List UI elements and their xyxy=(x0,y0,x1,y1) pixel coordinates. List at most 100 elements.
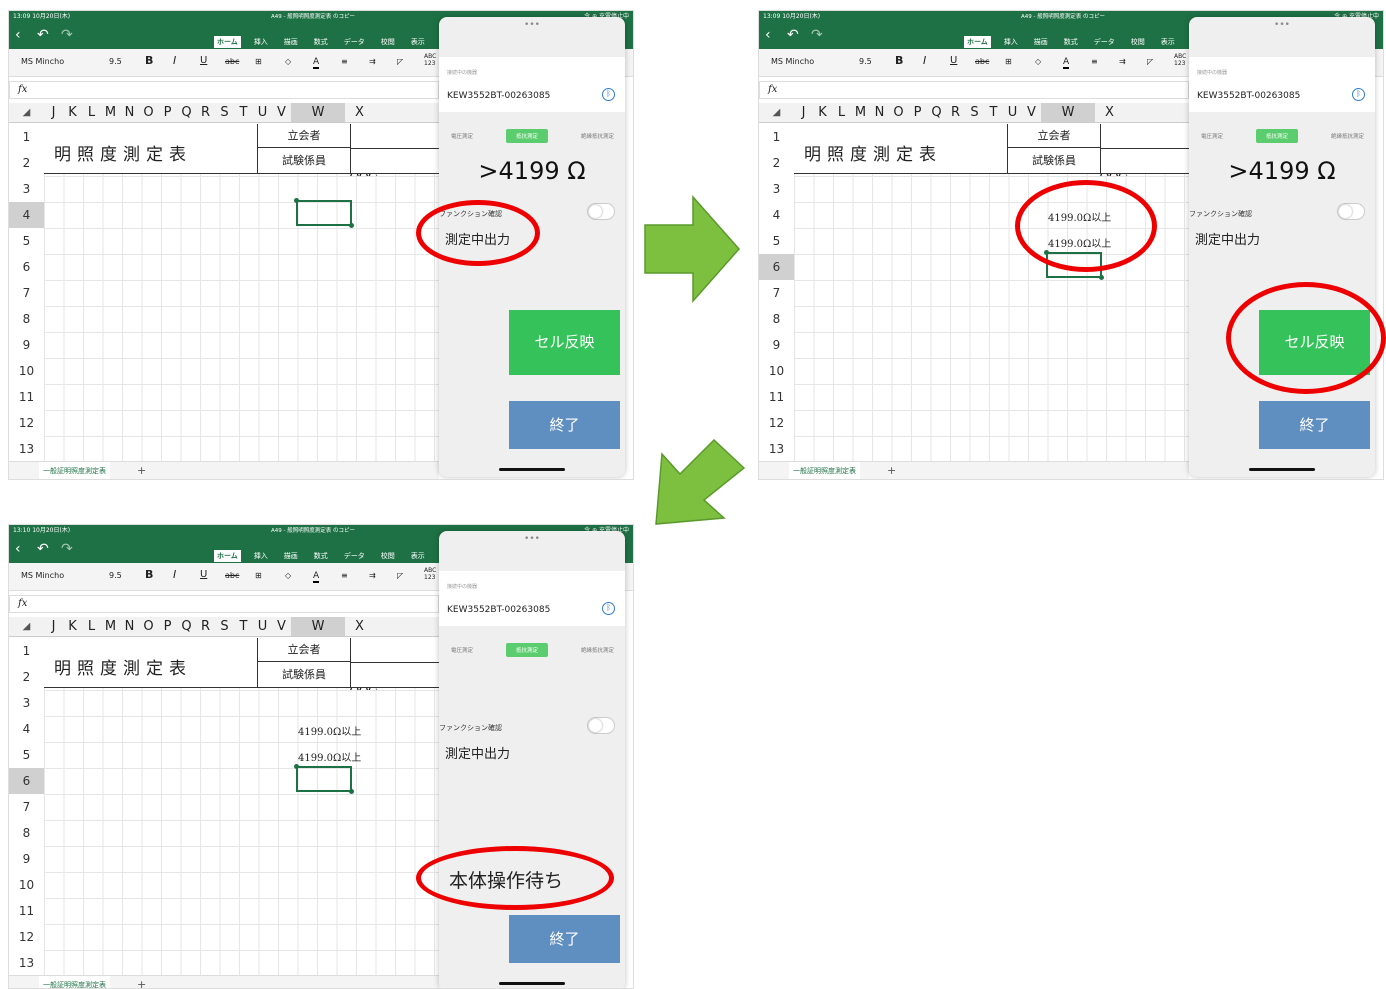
tester-cell[interactable]: 試験係員 xyxy=(1007,148,1101,174)
row-6[interactable]: 7 xyxy=(759,280,794,306)
tab-0[interactable]: ホーム xyxy=(964,36,991,48)
reflect-to-cell-button[interactable]: セル反映 xyxy=(509,310,620,375)
tab-2[interactable]: 描画 xyxy=(281,36,301,48)
column-2[interactable]: L xyxy=(82,103,101,122)
row-9[interactable]: 10 xyxy=(9,872,44,898)
column-4[interactable]: N xyxy=(120,617,139,636)
redo-icon[interactable]: ↷ xyxy=(61,27,73,43)
back-icon[interactable]: ‹ xyxy=(15,27,21,43)
more-icon[interactable]: ••• xyxy=(439,534,625,544)
spelling-icon[interactable]: ABC 123 xyxy=(424,567,436,581)
row-12[interactable]: 13 xyxy=(9,436,44,462)
tab-4[interactable]: データ xyxy=(341,36,368,48)
tab-6[interactable]: 表示 xyxy=(408,550,428,562)
column-7[interactable]: Q xyxy=(927,103,946,122)
witness-cell[interactable]: 立会者 xyxy=(257,124,351,148)
row-10[interactable]: 11 xyxy=(759,384,794,410)
spelling-icon[interactable]: ABC 123 xyxy=(1174,53,1186,67)
column-7[interactable]: Q xyxy=(177,103,196,122)
bold-icon[interactable]: B xyxy=(895,54,903,67)
column-1[interactable]: K xyxy=(813,103,832,122)
back-icon[interactable]: ‹ xyxy=(15,541,21,557)
cell-grid[interactable] xyxy=(44,124,439,469)
row-4[interactable]: 5 xyxy=(759,228,794,254)
bold-icon[interactable]: B xyxy=(145,568,153,581)
column-5[interactable]: O xyxy=(139,103,158,122)
row-8[interactable]: 9 xyxy=(9,846,44,872)
undo-icon[interactable]: ↶ xyxy=(787,27,799,43)
row-1[interactable]: 2 xyxy=(759,150,794,176)
row-4[interactable]: 5 xyxy=(9,742,44,768)
select-all-icon[interactable]: ◢ xyxy=(759,103,794,122)
column-11[interactable]: U xyxy=(1003,103,1022,122)
tab-1[interactable]: 挿入 xyxy=(1001,36,1021,48)
borders-icon[interactable]: ⊞ xyxy=(1005,57,1012,66)
redo-icon[interactable]: ↷ xyxy=(811,27,823,43)
font-color-icon[interactable]: A xyxy=(1063,57,1070,69)
font-size-select[interactable]: 9.5 xyxy=(109,57,122,66)
add-sheet-icon[interactable]: + xyxy=(137,464,146,477)
cell-grid[interactable] xyxy=(794,124,1189,469)
row-7[interactable]: 8 xyxy=(759,306,794,332)
column-6[interactable]: P xyxy=(158,103,177,122)
column-5[interactable]: O xyxy=(139,617,158,636)
mode-1[interactable]: 抵抗測定 xyxy=(1255,129,1298,143)
tester-cell[interactable]: 試験係員 xyxy=(257,662,351,688)
row-8[interactable]: 9 xyxy=(9,332,44,358)
row-8[interactable]: 9 xyxy=(759,332,794,358)
column-1[interactable]: K xyxy=(63,617,82,636)
column-3[interactable]: M xyxy=(851,103,870,122)
font-select[interactable]: MS Mincho xyxy=(21,57,64,66)
tab-0[interactable]: ホーム xyxy=(214,550,241,562)
column-tail[interactable]: X Y Z AAA xyxy=(1100,103,1127,180)
italic-icon[interactable]: I xyxy=(173,54,176,67)
wrap-icon[interactable]: ⇉ xyxy=(1119,57,1126,66)
column-5[interactable]: O xyxy=(889,103,908,122)
strikethrough-icon[interactable]: abc xyxy=(225,57,239,66)
strikethrough-icon[interactable]: abc xyxy=(975,57,989,66)
tab-6[interactable]: 表示 xyxy=(408,36,428,48)
row-6[interactable]: 7 xyxy=(9,280,44,306)
underline-icon[interactable]: U xyxy=(200,55,207,66)
row-0[interactable]: 1 xyxy=(9,638,44,664)
row-12[interactable]: 13 xyxy=(759,436,794,462)
column-7[interactable]: Q xyxy=(177,617,196,636)
fill-color-icon[interactable]: ◇ xyxy=(285,57,291,66)
borders-icon[interactable]: ⊞ xyxy=(255,57,262,66)
undo-icon[interactable]: ↶ xyxy=(37,541,49,557)
column-3[interactable]: M xyxy=(101,617,120,636)
undo-icon[interactable]: ↶ xyxy=(37,27,49,43)
row-5[interactable]: 6 xyxy=(759,254,794,280)
tab-1[interactable]: 挿入 xyxy=(251,36,271,48)
borders-icon[interactable]: ⊞ xyxy=(255,571,262,580)
sheet-tab[interactable]: 一般証明照度測定表 xyxy=(39,462,110,479)
more-icon[interactable]: ••• xyxy=(1189,20,1375,30)
mode-0[interactable]: 電圧測定 xyxy=(1195,129,1229,143)
column-w[interactable]: W xyxy=(291,617,345,636)
measured-value-cell[interactable]: 4199.0Ω以上 xyxy=(298,723,361,738)
column-0[interactable]: J xyxy=(44,617,63,636)
row-7[interactable]: 8 xyxy=(9,306,44,332)
column-8[interactable]: R xyxy=(196,617,215,636)
font-size-select[interactable]: 9.5 xyxy=(859,57,872,66)
underline-icon[interactable]: U xyxy=(950,55,957,66)
mode-2[interactable]: 絶縁抵抗測定 xyxy=(1325,129,1370,143)
row-7[interactable]: 8 xyxy=(9,820,44,846)
sheet-tab[interactable]: 一般証明照度測定表 xyxy=(789,462,860,479)
fill-color-icon[interactable]: ◇ xyxy=(285,571,291,580)
tab-4[interactable]: データ xyxy=(341,550,368,562)
witness-cell[interactable]: 立会者 xyxy=(1007,124,1101,148)
tab-1[interactable]: 挿入 xyxy=(251,550,271,562)
mode-2[interactable]: 絶縁抵抗測定 xyxy=(575,643,620,657)
italic-icon[interactable]: I xyxy=(923,54,926,67)
row-4[interactable]: 5 xyxy=(9,228,44,254)
row-0[interactable]: 1 xyxy=(9,124,44,150)
align-icon[interactable]: ≡ xyxy=(341,571,348,580)
clear-icon[interactable]: ◸ xyxy=(397,571,403,580)
row-3[interactable]: 4 xyxy=(759,202,794,228)
sheet-tab[interactable]: 一般証明照度測定表 xyxy=(39,976,110,988)
column-4[interactable]: N xyxy=(120,103,139,122)
select-all-icon[interactable]: ◢ xyxy=(9,617,44,636)
row-11[interactable]: 12 xyxy=(9,410,44,436)
end-button[interactable]: 終了 xyxy=(509,915,620,963)
